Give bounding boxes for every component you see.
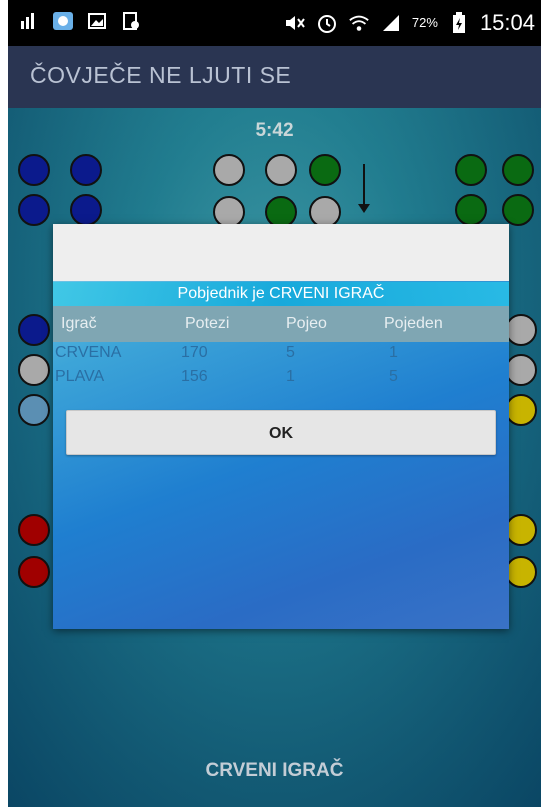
track-field[interactable] <box>18 394 50 426</box>
blue-home-slot[interactable] <box>70 194 102 226</box>
green-home-slot[interactable] <box>455 194 487 226</box>
blue-home-slot[interactable] <box>70 154 102 186</box>
green-home-slot[interactable] <box>455 154 487 186</box>
photo-icon <box>52 10 74 32</box>
track-field[interactable] <box>265 154 297 186</box>
player-cell: CRVENA <box>55 344 122 361</box>
table-header: Igrač Potezi Pojeo Pojeden <box>53 306 509 342</box>
track-field[interactable] <box>505 314 537 346</box>
green-home-slot[interactable] <box>502 194 534 226</box>
track-field[interactable] <box>505 394 537 426</box>
column-header-eaten: Pojeden <box>384 315 443 332</box>
page-title: ČOVJEČE NE LJUTI SE <box>30 62 292 88</box>
track-field[interactable] <box>505 354 537 386</box>
direction-arrow-icon <box>358 164 370 213</box>
ate-cell: 1 <box>286 368 295 385</box>
app-bar: ČOVJEČE NE LJUTI SE <box>8 46 541 108</box>
screenshot-icon <box>120 10 142 32</box>
clock: 15:04 <box>479 10 535 35</box>
column-header-ate: Pojeo <box>286 315 327 332</box>
yellow-home-slot[interactable] <box>505 514 537 546</box>
track-field[interactable] <box>18 354 50 386</box>
table-row: CRVENA 170 5 1 <box>53 344 509 366</box>
yellow-home-slot[interactable] <box>505 556 537 588</box>
mute-icon <box>284 12 306 34</box>
column-header-player: Igrač <box>61 315 97 332</box>
track-field[interactable] <box>309 154 341 186</box>
ate-cell: 5 <box>286 344 295 361</box>
status-bar: 72% 15:04 <box>8 0 541 46</box>
battery-percent: 72% <box>411 15 438 30</box>
dialog-header <box>53 224 509 281</box>
game-timer: 5:42 <box>255 120 294 141</box>
current-player-label: CRVENI IGRAČ <box>205 760 344 781</box>
track-field[interactable] <box>18 314 50 346</box>
cell-signal-icon <box>380 12 402 34</box>
red-home-slot[interactable] <box>18 556 50 588</box>
signal-bars-icon <box>18 10 40 32</box>
blue-home-slot[interactable] <box>18 194 50 226</box>
screen: 72% 15:04 ČOVJEČE NE LJUTI SE 5:42 CRVEN… <box>8 0 541 807</box>
eaten-cell: 5 <box>389 368 398 385</box>
blue-home-slot[interactable] <box>18 154 50 186</box>
battery-icon <box>448 12 470 34</box>
winner-title: Pobjednik je CRVENI IGRAČ <box>53 282 509 306</box>
wifi-icon <box>348 12 370 34</box>
notification-icons <box>18 10 142 32</box>
winner-dialog: Pobjednik je CRVENI IGRAČ Igrač Potezi P… <box>53 224 509 629</box>
track-field[interactable] <box>213 154 245 186</box>
red-home-slot[interactable] <box>18 514 50 546</box>
moves-cell: 170 <box>181 344 208 361</box>
player-cell: PLAVA <box>55 368 105 385</box>
table-row: PLAVA 156 1 5 <box>53 368 509 390</box>
green-home-slot[interactable] <box>502 154 534 186</box>
moves-cell: 156 <box>181 368 208 385</box>
eaten-cell: 1 <box>389 344 398 361</box>
gallery-icon <box>86 10 108 32</box>
alarm-icon <box>316 12 338 34</box>
system-icons: 72% 15:04 <box>284 8 535 38</box>
column-header-moves: Potezi <box>185 315 230 332</box>
ok-button[interactable]: OK <box>66 410 496 455</box>
